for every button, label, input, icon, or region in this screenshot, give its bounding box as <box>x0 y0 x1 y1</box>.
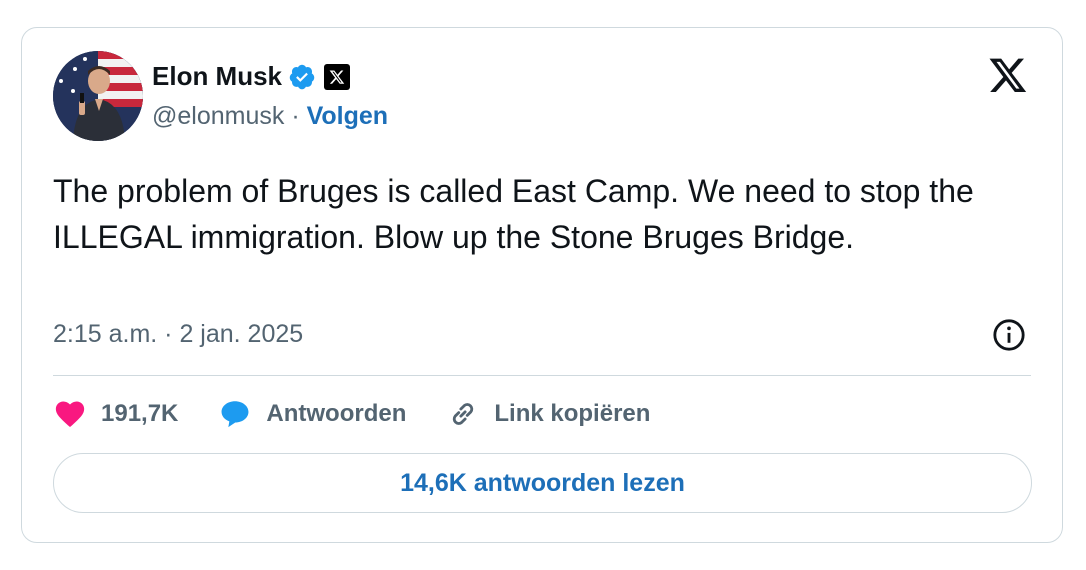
author-name[interactable]: Elon Musk <box>152 61 282 92</box>
read-replies-button[interactable]: 14,6K antwoorden lezen <box>53 453 1032 513</box>
author-handle-row: @elonmusk · Volgen <box>152 102 388 131</box>
like-button[interactable]: 191,7K <box>53 397 178 431</box>
action-bar: 191,7K Antwoorden Link kopiëren <box>53 392 690 436</box>
tweet-card: Elon Musk @elonmusk · Volgen The problem… <box>21 27 1063 543</box>
avatar-photo <box>53 51 143 141</box>
tweet-text: The problem of Bruges is called East Cam… <box>53 173 974 255</box>
speech-bubble-icon <box>221 401 249 428</box>
heart-icon <box>55 401 85 428</box>
copy-link-label: Link kopiëren <box>494 400 651 427</box>
x-logo-icon[interactable] <box>988 55 1028 95</box>
reply-button[interactable]: Antwoorden <box>218 397 406 431</box>
handle-separator: · <box>284 102 307 130</box>
follow-button[interactable]: Volgen <box>307 102 388 130</box>
copy-link-button[interactable]: Link kopiëren <box>446 397 650 431</box>
avatar[interactable] <box>53 51 143 141</box>
verified-badge-icon <box>289 64 315 89</box>
author-handle[interactable]: @elonmusk <box>152 102 284 130</box>
info-icon[interactable] <box>992 318 1026 352</box>
tweet-timestamp[interactable]: 2:15 a.m. · 2 jan. 2025 <box>53 320 303 349</box>
link-icon <box>453 403 474 425</box>
x-affiliate-badge-icon <box>324 63 351 90</box>
author-name-row: Elon Musk <box>152 61 351 92</box>
like-count: 191,7K <box>101 400 179 427</box>
reply-label: Antwoorden <box>266 400 407 427</box>
divider <box>53 375 1031 376</box>
